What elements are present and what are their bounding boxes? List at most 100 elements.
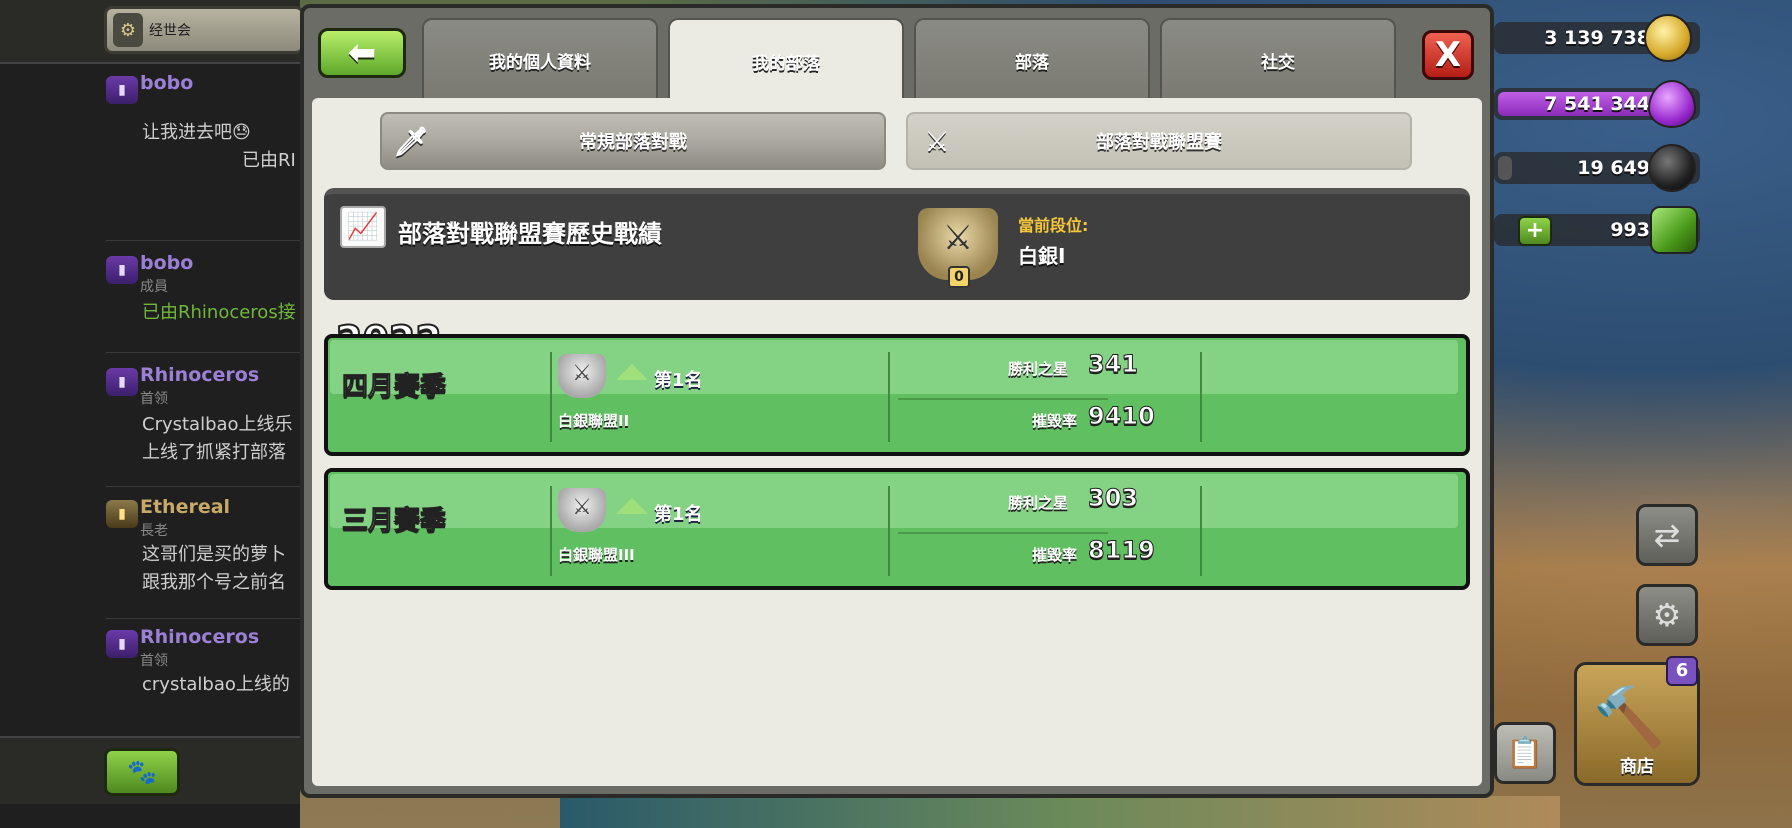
tab-content: 🗡 常規部落對戰 ⚔ 部落對戰聯盟賽 📈 部落對戰聯盟賽歷史戰績 ⚔ 0 當前段… — [312, 98, 1482, 786]
season-row[interactable]: 四月賽季 ⚔ 第1名 白銀聯盟II 勝利之星 341 摧毀率 9410 — [324, 334, 1470, 456]
current-league-value: 白銀I — [1018, 244, 1066, 268]
member-rank: 首领 — [140, 391, 168, 407]
member-name: Rhinoceros — [140, 626, 260, 648]
message-line: crystalbao上线的 — [142, 674, 290, 695]
member-name: Rhinoceros — [140, 364, 260, 386]
member-avatar-icon: ▮ — [106, 256, 138, 284]
stars-value: 303 — [1087, 484, 1139, 513]
member-name: bobo — [140, 252, 194, 274]
chat-message: ▮ Rhinoceros 首领 Crystalbao上线乐 上线了抓紧打部落 — [106, 364, 300, 474]
message-line: 已由RI — [242, 150, 296, 171]
back-button[interactable]: ⬅ — [318, 28, 406, 78]
tab-my-profile[interactable]: 我的個人資料 — [422, 18, 658, 100]
season-row[interactable]: 三月賽季 ⚔ 第1名 白銀聯盟III 勝利之星 303 摧毀率 8119 — [324, 468, 1470, 590]
member-avatar-icon: ▮ — [106, 76, 138, 104]
member-avatar-icon: ▮ — [106, 368, 138, 396]
promotion-arrow-icon — [616, 498, 648, 514]
member-rank: 成員 — [140, 279, 168, 295]
message-line: 让我进去吧😓 — [142, 122, 251, 143]
tab-social[interactable]: 社交 — [1160, 18, 1396, 100]
season-name: 三月賽季 — [341, 506, 447, 537]
clan-name-chip[interactable]: ⚙ 经世会 — [104, 6, 304, 54]
season-name: 四月賽季 — [341, 372, 447, 403]
column-divider — [1200, 486, 1202, 576]
member-name: bobo — [140, 72, 194, 94]
dark-elixir-bar — [1498, 156, 1512, 180]
league-number-badge: 0 — [948, 266, 970, 288]
season-rank: 第1名 — [654, 370, 703, 391]
stars-label: 勝利之星 — [1008, 360, 1069, 378]
chat-header: ⚙ 经世会 — [0, 0, 304, 64]
column-divider — [1200, 352, 1202, 442]
league-badge-icon: ⚔ — [558, 354, 606, 398]
chat-message: ▮ Rhinoceros 首领 crystalbao上线的 — [106, 626, 300, 706]
stars-label: 勝利之星 — [1008, 494, 1069, 512]
shop-notification-badge: 6 — [1666, 656, 1698, 686]
clan-chat-panel: ⚙ 经世会 ▮ bobo 让我进去吧😓 已由RI ▮ bobo 成員 已由Rhi… — [0, 0, 304, 828]
promotion-arrow-icon — [616, 364, 648, 380]
settings-gear-icon[interactable]: ⚙ — [1636, 584, 1698, 646]
chat-toggle-button[interactable]: 🐾 — [104, 748, 180, 796]
destruction-label: 摧毀率 — [1032, 412, 1078, 430]
chat-divider — [106, 240, 300, 241]
stat-divider — [898, 532, 1108, 534]
gems-amount: 993 — [1610, 219, 1650, 241]
close-button[interactable]: X — [1422, 30, 1474, 80]
message-line: 这哥们是买的萝卜 — [142, 544, 286, 565]
chat-message: ▮ bobo 成員 已由Rhinoceros接 — [106, 252, 300, 332]
war-league-history-header: 📈 部落對戰聯盟賽歷史戰績 ⚔ 0 當前段位: 白銀I — [324, 188, 1470, 300]
subtab-label: 部落對戰聯盟賽 — [1096, 132, 1222, 153]
row-highlight — [330, 474, 1458, 528]
column-divider — [888, 352, 890, 442]
history-title: 部落對戰聯盟賽歷史戰績 — [398, 220, 662, 248]
stat-divider — [898, 398, 1108, 400]
crossed-swords-icon: ⚔ — [924, 124, 950, 158]
layout-edit-button[interactable]: ⇄ — [1636, 504, 1698, 566]
stars-value: 341 — [1087, 350, 1139, 379]
message-line: 已由Rhinoceros接 — [142, 302, 296, 323]
chat-divider — [106, 618, 300, 619]
notes-button[interactable]: 📋 — [1494, 722, 1556, 784]
destruction-value: 8119 — [1088, 536, 1156, 565]
hammer-coins-icon: 🔨 — [1593, 683, 1666, 751]
subtab-war-league[interactable]: ⚔ 部落對戰聯盟賽 — [906, 112, 1412, 170]
chat-message: ▮ bobo 让我进去吧😓 已由RI — [106, 72, 300, 222]
season-league: 白銀聯盟II — [558, 412, 630, 430]
column-divider — [888, 486, 890, 576]
gem-icon — [1650, 206, 1698, 254]
message-line: 跟我那个号之前名 — [142, 572, 286, 593]
chat-divider — [106, 352, 300, 353]
member-avatar-icon: ▮ — [106, 500, 138, 528]
current-league-label: 當前段位: — [1018, 216, 1089, 235]
destruction-value: 9410 — [1088, 402, 1156, 431]
clan-name: 经世会 — [149, 23, 191, 39]
chat-divider — [106, 486, 300, 487]
trend-chart-icon: 📈 — [340, 206, 386, 248]
shop-label: 商店 — [1620, 757, 1654, 777]
chat-footer: 🐾 — [0, 736, 300, 804]
column-divider — [550, 486, 552, 576]
member-rank: 長老 — [140, 523, 168, 539]
member-name: Ethereal — [140, 496, 231, 518]
sword-icon: 🗡 — [393, 124, 429, 158]
game-terrain — [560, 796, 1560, 828]
season-league: 白銀聯盟III — [558, 546, 635, 564]
message-line: 上线了抓紧打部落 — [142, 442, 286, 463]
subtab-regular-war[interactable]: 🗡 常規部落對戰 — [380, 112, 886, 170]
elixir-amount: 7 541 344 — [1544, 93, 1650, 115]
member-rank: 首领 — [140, 653, 168, 669]
clan-badge-icon: ⚙ — [113, 13, 143, 47]
row-highlight — [330, 340, 1458, 394]
member-avatar-icon: ▮ — [106, 630, 138, 658]
chat-message: ▮ Ethereal 長老 这哥们是买的萝卜 跟我那个号之前名 — [106, 496, 300, 606]
dark-elixir-drop-icon — [1648, 144, 1696, 192]
destruction-label: 摧毀率 — [1032, 546, 1078, 564]
buy-gems-button[interactable]: + — [1518, 216, 1552, 246]
tab-clans[interactable]: 部落 — [914, 18, 1150, 100]
message-line: Crystalbao上线乐 — [142, 414, 293, 435]
gold-coin-icon — [1644, 14, 1692, 62]
clan-dialog: ⬅ 我的個人資料 我的部落 部落 社交 X 🗡 常規部落對戰 ⚔ 部落對戰聯盟賽… — [300, 4, 1494, 798]
column-divider — [550, 352, 552, 442]
tab-my-clan[interactable]: 我的部落 — [668, 18, 904, 102]
dark-elixir-amount: 19 649 — [1577, 157, 1650, 179]
